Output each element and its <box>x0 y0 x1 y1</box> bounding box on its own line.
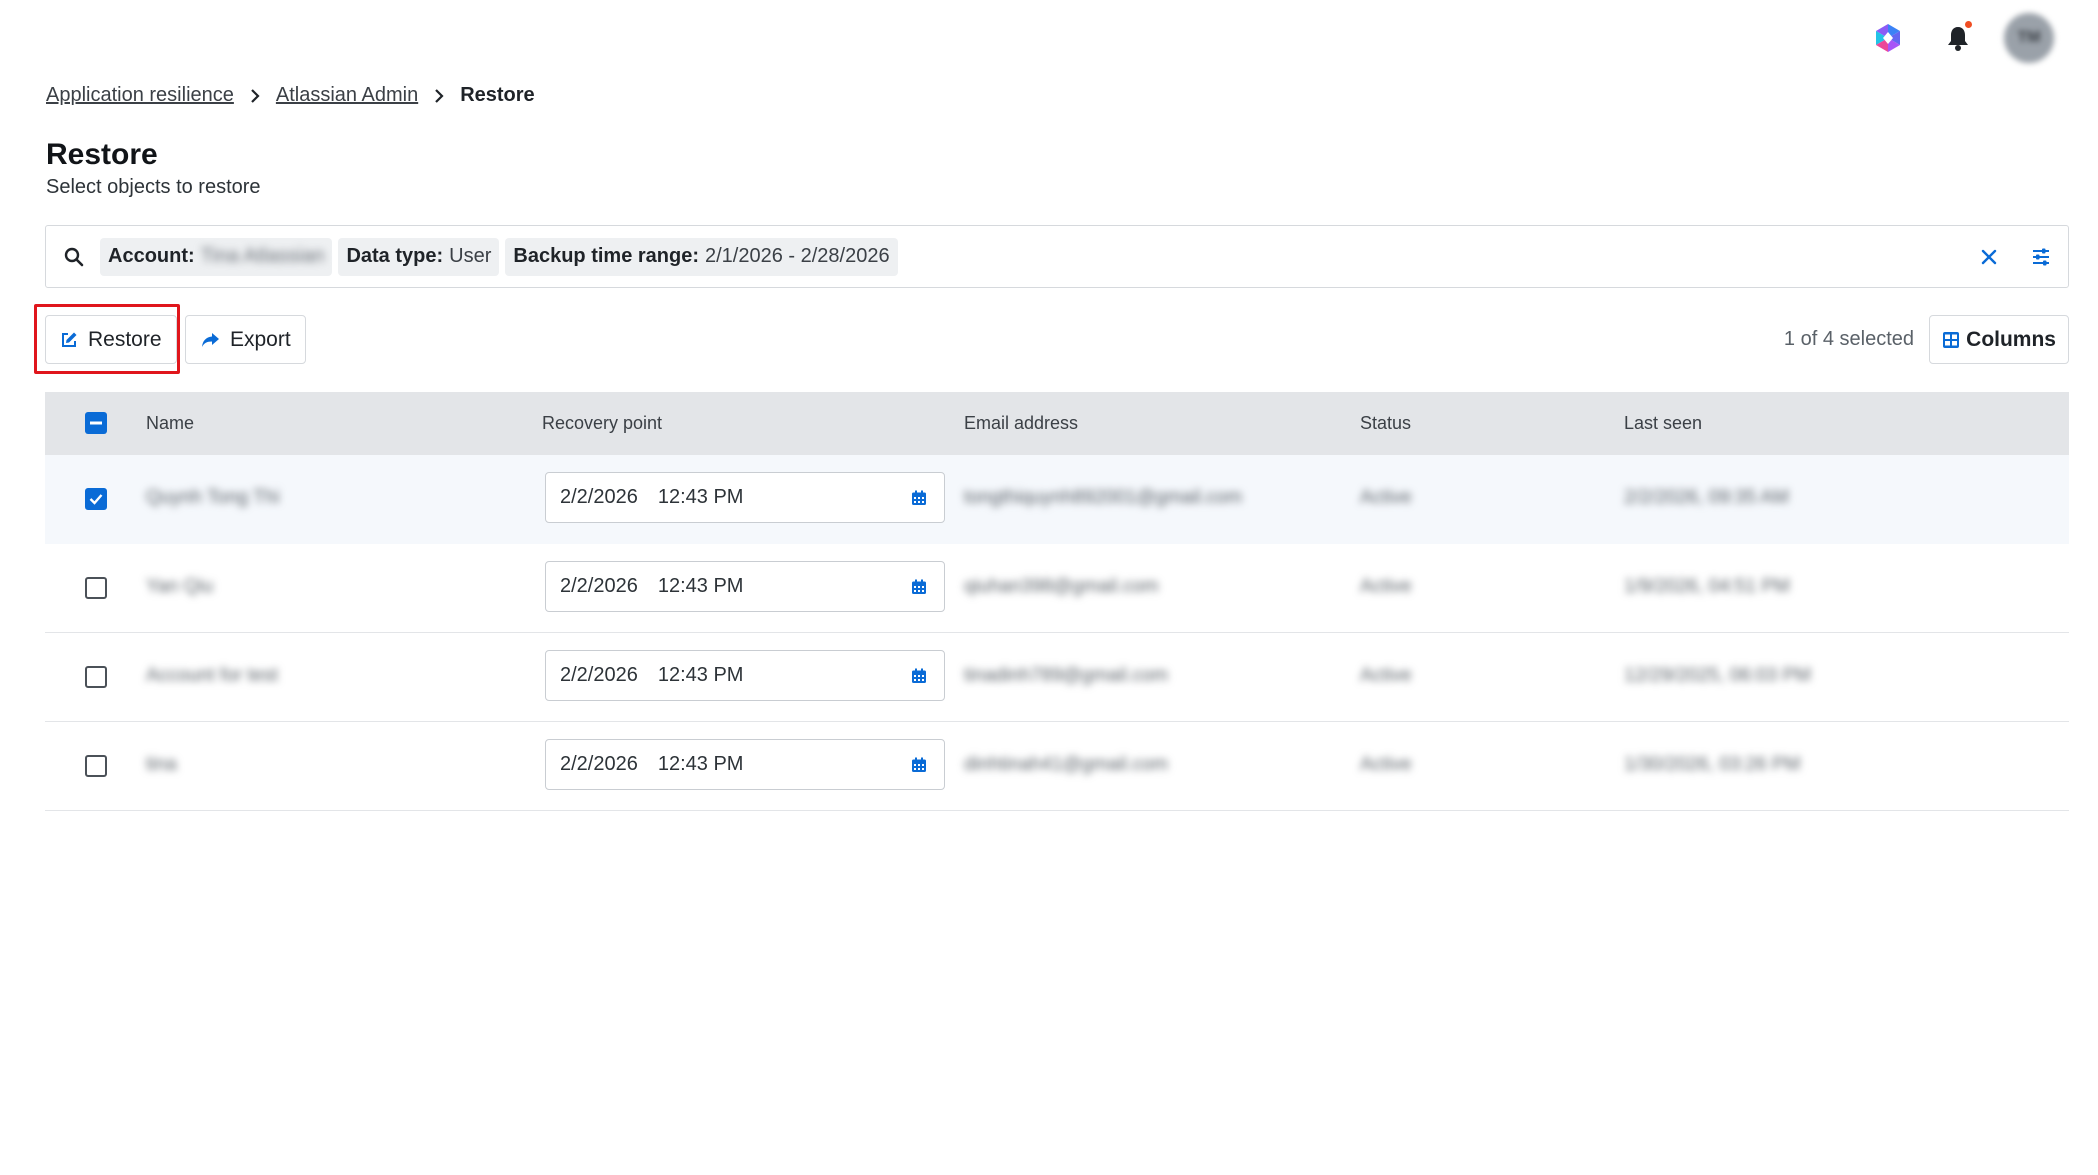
column-header-name[interactable]: Name <box>146 413 194 434</box>
edit-icon <box>62 332 77 347</box>
filter-chip-data-type[interactable]: Data type: User <box>338 237 500 276</box>
cell-name: tina <box>146 754 177 775</box>
breadcrumb: Application resilience Atlassian Admin R… <box>46 84 535 107</box>
recovery-time: 12:43 PM <box>657 486 744 508</box>
cell-email: qiuhan398@gmail.com <box>964 576 1159 597</box>
cell-last-seen: 12/29/2025, 06:03 PM <box>1624 665 1811 686</box>
chevron-right-icon <box>434 88 444 104</box>
filter-chip-value: Tina Atlassian <box>200 245 325 267</box>
column-header-last-seen[interactable]: Last seen <box>1624 413 1702 434</box>
row-checkbox[interactable] <box>85 755 107 777</box>
table-row[interactable]: Account for test 2/2/2026 12:43 PM tinad… <box>45 633 2069 722</box>
notifications-bell-icon[interactable] <box>1934 14 1982 62</box>
columns-button-label: Columns <box>1966 327 2056 351</box>
row-checkbox[interactable] <box>85 577 107 599</box>
recovery-date: 2/2/2026 <box>560 575 638 597</box>
export-button-label: Export <box>230 327 291 351</box>
cell-name: Yan Qiu <box>146 576 214 597</box>
row-checkbox[interactable] <box>85 488 107 510</box>
page-title: Restore <box>46 138 158 171</box>
restore-button[interactable]: Restore <box>45 315 177 364</box>
filter-chip-key: Account: <box>108 245 195 267</box>
filter-chip-value: 2/1/2026 - 2/28/2026 <box>705 245 890 267</box>
table-columns-icon <box>1943 331 1960 348</box>
filter-chip-value: User <box>449 245 492 267</box>
cell-last-seen: 2/2/2026, 09:35 AM <box>1624 487 1789 508</box>
filter-bar[interactable]: Account: Tina Atlassian Data type: User … <box>45 225 2069 288</box>
breadcrumb-application-resilience[interactable]: Application resilience <box>46 84 234 107</box>
app-switcher-icon[interactable] <box>1864 14 1912 62</box>
columns-button[interactable]: Columns <box>1929 315 2069 364</box>
calendar-icon[interactable] <box>911 489 927 512</box>
table-row[interactable]: tina 2/2/2026 12:43 PM dinhtinah41@gmail… <box>45 722 2069 811</box>
calendar-icon[interactable] <box>911 667 927 690</box>
filter-chip-backup-time-range[interactable]: Backup time range: 2/1/2026 - 2/28/2026 <box>505 237 898 276</box>
table-row[interactable]: Yan Qiu 2/2/2026 12:43 PM qiuhan398@gmai… <box>45 544 2069 633</box>
row-checkbox[interactable] <box>85 666 107 688</box>
user-avatar[interactable]: TM <box>2004 13 2054 63</box>
clear-filters-close-icon[interactable] <box>1964 232 2014 282</box>
cell-name: Quynh Tong Thi <box>146 487 280 508</box>
filter-chip-key: Data type: <box>346 245 444 267</box>
filter-settings-sliders-icon[interactable] <box>2016 232 2066 282</box>
table-row[interactable]: Quynh Tong Thi 2/2/2026 12:43 PM tongthi… <box>45 455 2069 544</box>
calendar-icon[interactable] <box>911 756 927 779</box>
chevron-right-icon <box>250 88 260 104</box>
table-header: Name Recovery point Email address Status… <box>45 392 2069 455</box>
recovery-date: 2/2/2026 <box>560 486 638 508</box>
cell-status: Active <box>1360 487 1412 508</box>
cell-status: Active <box>1360 576 1412 597</box>
breadcrumb-atlassian-admin[interactable]: Atlassian Admin <box>276 84 418 107</box>
notification-badge <box>1964 20 1973 29</box>
selection-count: 1 of 4 selected <box>1783 328 1914 350</box>
column-header-status[interactable]: Status <box>1360 413 1411 434</box>
calendar-icon[interactable] <box>911 578 927 601</box>
recovery-point-picker[interactable]: 2/2/2026 12:43 PM <box>545 472 945 523</box>
recovery-time: 12:43 PM <box>657 664 744 686</box>
top-bar: TM <box>1842 13 2054 63</box>
cell-email: dinhtinah41@gmail.com <box>964 754 1169 775</box>
select-all-checkbox[interactable] <box>85 412 107 434</box>
recovery-point-picker[interactable]: 2/2/2026 12:43 PM <box>545 561 945 612</box>
recovery-time: 12:43 PM <box>657 753 744 775</box>
recovery-date: 2/2/2026 <box>560 753 638 775</box>
filter-chip-account[interactable]: Account: Tina Atlassian <box>100 237 333 276</box>
share-arrow-icon <box>202 332 219 347</box>
recovery-date: 2/2/2026 <box>560 664 638 686</box>
cell-email: tongthiquynh892001@gmail.com <box>964 487 1243 508</box>
column-header-email[interactable]: Email address <box>964 413 1078 434</box>
cell-name: Account for test <box>146 665 279 686</box>
cell-last-seen: 1/30/2026, 03:26 PM <box>1624 754 1801 775</box>
recovery-point-picker[interactable]: 2/2/2026 12:43 PM <box>545 650 945 701</box>
restore-objects-table: Name Recovery point Email address Status… <box>45 392 2069 811</box>
recovery-time: 12:43 PM <box>657 575 744 597</box>
export-button[interactable]: Export <box>185 315 306 364</box>
table-toolbar: Restore Export 1 of 4 selected Columns <box>0 300 2098 380</box>
cell-email: tinadinh789@gmail.com <box>964 665 1169 686</box>
restore-button-label: Restore <box>88 327 162 351</box>
search-icon <box>64 247 84 267</box>
filter-chip-key: Backup time range: <box>513 245 699 267</box>
recovery-point-picker[interactable]: 2/2/2026 12:43 PM <box>545 739 945 790</box>
cell-status: Active <box>1360 665 1412 686</box>
breadcrumb-current: Restore <box>460 84 535 106</box>
column-header-recovery-point[interactable]: Recovery point <box>542 413 662 434</box>
page-subtitle: Select objects to restore <box>46 176 261 198</box>
cell-last-seen: 1/9/2026, 04:51 PM <box>1624 576 1790 597</box>
cell-status: Active <box>1360 754 1412 775</box>
